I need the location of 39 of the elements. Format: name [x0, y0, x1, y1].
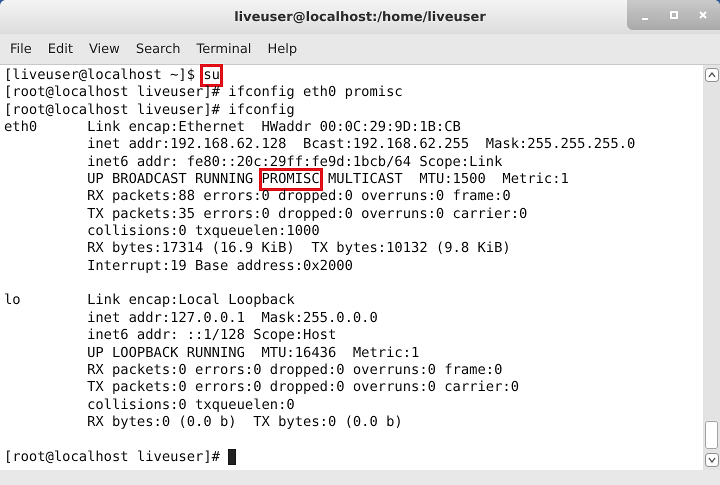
highlighted-text: PROMISC	[262, 171, 320, 188]
terminal-text: [root@localhost liveuser]# ifconfig	[4, 102, 295, 120]
terminal-text: collisions:0 txqueuelen:1000	[86, 223, 320, 240]
terminal-text: [liveuser@localhost ~]$	[4, 67, 196, 84]
scroll-thumb[interactable]	[705, 421, 718, 449]
menu-item[interactable]: Help	[259, 42, 306, 56]
close-icon	[698, 10, 708, 20]
text-cursor	[228, 449, 236, 466]
minimize-icon	[642, 18, 648, 20]
terminal-text: Interrupt:19 Base address:0x2000	[86, 258, 353, 276]
terminal-text: RX bytes:17314 (16.9 KiB) TX bytes:10132 (9.8 KiB)	[86, 240, 511, 258]
scroll-up-icon[interactable]	[704, 68, 718, 82]
terminal-text: MULTICAST MTU:1500 Metric:1	[326, 171, 569, 188]
scrollbar[interactable]	[703, 65, 720, 470]
terminal-text: RX bytes:0 (0.0 b) TX bytes:0 (0.0 b)	[86, 414, 403, 432]
menu-item[interactable]: View	[80, 42, 128, 56]
maximize-icon	[668, 10, 678, 20]
window-title: liveuser@localhost:/home/liveuser	[234, 10, 486, 24]
terminal-text: eth0 Link encap:Ethernet HWaddr 00:0C:29:9D:1B:CB	[4, 119, 461, 136]
terminal-text: collisions:0 txqueuelen:0	[86, 396, 295, 414]
terminal-text: RX packets:0 errors:0 dropped:0 overruns:0 frame:0	[86, 362, 502, 380]
terminal-text: [root@localhost liveuser]# ifconfig eth0 promisc	[4, 84, 403, 102]
menu-item[interactable]: Edit	[40, 42, 81, 56]
scroll-down-icon[interactable]	[704, 453, 718, 467]
terminal-text: lo Link encap:Local Loopback	[4, 292, 295, 310]
menu-item[interactable]: Search	[128, 42, 188, 56]
terminal-text: inet addr:127.0.0.1 Mask:255.0.0.0	[86, 310, 378, 328]
terminal-text: inet6 addr: ::1/128 Scope:Host	[86, 327, 336, 344]
terminal-text: UP LOOPBACK RUNNING MTU:16436 Metric:1	[86, 344, 420, 362]
terminal-text: inet6 addr: fe80::20c:29ff:fe9d:1bcb/64 Scope:Link	[86, 154, 502, 172]
terminal-text: RX packets:88 errors:0 dropped:0 overruns:0 frame:0	[86, 188, 511, 206]
terminal-text: UP BROADCAST RUNNING	[86, 171, 254, 188]
menu-item[interactable]: File	[2, 42, 40, 56]
terminal-text: [root@localhost liveuser]#	[4, 448, 221, 466]
terminal-text: TX packets:35 errors:0 dropped:0 overruns:0 carrier:0	[86, 206, 528, 224]
highlighted-text: su	[203, 67, 220, 84]
terminal-text: inet addr:192.168.62.128 Bcast:192.168.62.255 Mask:255.255.255.0	[86, 136, 636, 154]
terminal-text: TX packets:0 errors:0 dropped:0 overruns:0 carrier:0	[86, 379, 519, 397]
menu-item[interactable]: Terminal	[188, 42, 260, 56]
